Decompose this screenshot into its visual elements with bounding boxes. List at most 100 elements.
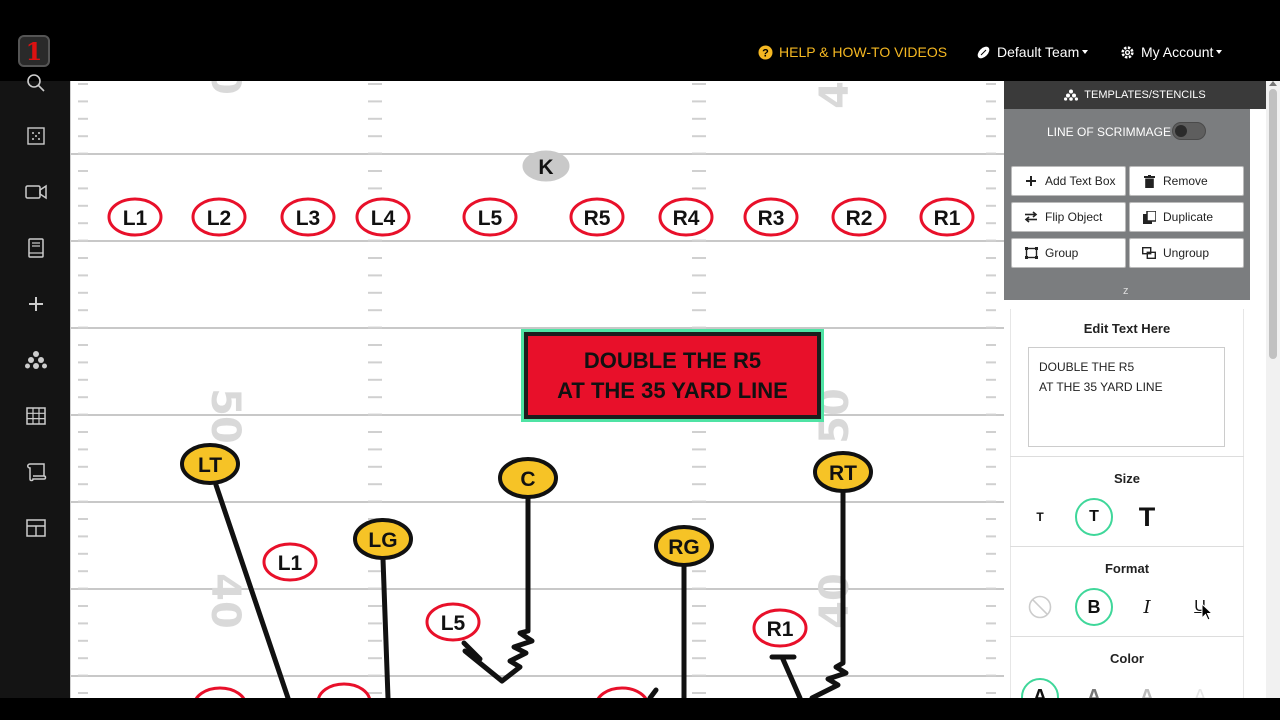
chevron-down-icon	[1082, 50, 1089, 54]
page-scrollbar[interactable]	[1266, 81, 1280, 698]
divider	[1010, 546, 1244, 547]
group-label: Group	[1045, 246, 1079, 260]
text-box-callout[interactable]: DOUBLE THE R5 AT THE 35 YARD LINE	[524, 332, 821, 419]
properties-panel: TEMPLATES/STENCILS LINE OF SCRIMMAGE Add…	[1004, 81, 1266, 698]
partial-player-3[interactable]	[596, 686, 648, 698]
lineman-c-label: C	[520, 468, 535, 491]
route-lg[interactable]	[380, 556, 391, 698]
rusher-r1[interactable]: R1	[752, 608, 808, 648]
kick-player-r5[interactable]: R5	[569, 197, 625, 237]
partial-player-2[interactable]	[317, 682, 371, 698]
color-light-gray-glyph: A	[1139, 685, 1155, 699]
lineman-rg[interactable]: RG	[654, 525, 714, 567]
football-icon	[976, 45, 991, 60]
player-k[interactable]: K	[522, 150, 570, 182]
kick-player-r1[interactable]: R1	[919, 197, 975, 237]
kick-player-l3-label: L3	[296, 207, 321, 230]
format-none-button[interactable]	[1021, 588, 1059, 626]
color-gray-glyph: A	[1086, 685, 1102, 699]
italic-glyph: I	[1143, 596, 1151, 618]
color-gray-button[interactable]: A	[1075, 678, 1113, 699]
templates-icon[interactable]	[24, 348, 48, 372]
color-light-gray-button[interactable]: A	[1128, 678, 1166, 699]
callout-line-2: AT THE 35 YARD LINE	[557, 377, 788, 403]
scroll-icon[interactable]	[24, 460, 48, 484]
table-icon[interactable]	[24, 404, 48, 428]
templates-stencils-tab[interactable]: TEMPLATES/STENCILS	[1004, 81, 1266, 109]
search-icon[interactable]	[24, 71, 48, 95]
lineman-lg[interactable]: LG	[353, 518, 413, 560]
lineman-c[interactable]: C	[498, 457, 558, 499]
lineman-lt[interactable]: LT	[180, 443, 240, 485]
partial-player-1[interactable]	[194, 686, 246, 698]
kick-player-r2[interactable]: R2	[831, 197, 887, 237]
yard-number-left: 50	[202, 388, 248, 444]
help-videos-link[interactable]: ? HELP & HOW-TO VIDEOS	[758, 42, 947, 62]
duplicate-button[interactable]: Duplicate	[1129, 202, 1244, 232]
kick-player-r3[interactable]: R3	[743, 197, 799, 237]
rusher-l1[interactable]: L1	[262, 542, 318, 582]
question-circle-icon: ?	[758, 45, 773, 60]
lineman-rt-label: RT	[829, 462, 857, 485]
yard-number-left: 40	[202, 573, 248, 629]
kick-player-l1[interactable]: L1	[107, 197, 163, 237]
kick-player-l4-label: L4	[371, 207, 396, 230]
team-label: Default Team	[997, 44, 1080, 60]
format-underline-button[interactable]: U	[1181, 588, 1219, 626]
gear-icon	[1120, 45, 1135, 60]
line-of-scrimmage-toggle[interactable]	[1172, 122, 1206, 140]
format-italic-button[interactable]: I	[1128, 588, 1166, 626]
kick-player-l2[interactable]: L2	[191, 197, 247, 237]
group-button[interactable]: Group	[1011, 238, 1126, 268]
rusher-l1-label: L1	[278, 552, 303, 575]
add-text-box-button[interactable]: Add Text Box	[1011, 166, 1126, 196]
format-bold-button[interactable]: B	[1075, 588, 1113, 626]
account-dropdown[interactable]: My Account	[1120, 42, 1223, 62]
kick-player-l3[interactable]: L3	[280, 197, 336, 237]
app-logo[interactable]: 1	[18, 35, 50, 67]
size-large-glyph: T	[1138, 501, 1156, 532]
kick-player-r4[interactable]: R4	[658, 197, 714, 237]
kick-player-r5-label: R5	[584, 207, 611, 230]
book-icon[interactable]	[24, 236, 48, 260]
size-large-button[interactable]: T	[1128, 498, 1166, 536]
plus-icon[interactable]	[24, 292, 48, 316]
lineman-lg-label: LG	[368, 529, 397, 552]
size-small-button[interactable]: T	[1021, 498, 1059, 536]
account-label: My Account	[1141, 44, 1214, 60]
ungroup-button[interactable]: Ungroup	[1129, 238, 1244, 268]
plus-icon	[1024, 174, 1038, 188]
player-k-label: K	[538, 156, 553, 179]
kick-player-l4[interactable]: L4	[355, 197, 411, 237]
kick-player-l5[interactable]: L5	[462, 197, 518, 237]
trash-icon	[1142, 174, 1156, 188]
video-icon[interactable]	[24, 180, 48, 204]
route-r1-block[interactable]	[779, 654, 803, 698]
lineman-rt[interactable]: RT	[813, 451, 873, 493]
grid-dots-icon[interactable]	[24, 124, 48, 148]
color-white-glyph: A	[1193, 685, 1207, 699]
kick-player-r3-label: R3	[758, 207, 785, 230]
kick-player-r1-label: R1	[934, 207, 961, 230]
duplicate-label: Duplicate	[1163, 210, 1214, 224]
edit-text-input[interactable]	[1028, 347, 1225, 447]
kick-player-l5-label: L5	[478, 207, 503, 230]
scrollbar-thumb[interactable]	[1269, 89, 1277, 359]
rusher-l5[interactable]: L5	[425, 602, 481, 642]
color-white-button[interactable]: A	[1181, 678, 1219, 699]
yard-number-left: 0	[202, 81, 248, 95]
rusher-l5-label: L5	[441, 612, 466, 635]
divider	[1010, 456, 1244, 457]
size-medium-button[interactable]: T	[1075, 498, 1113, 536]
remove-button[interactable]: Remove	[1129, 166, 1244, 196]
layout-icon[interactable]	[24, 516, 48, 540]
color-black-glyph: A	[1032, 685, 1048, 699]
play-canvas[interactable]: 0 50 40 40 50 40 K L1 L2 L3 L4 L5 R5 R4 R3 R2 R1 LT LG C RG…	[70, 81, 1004, 698]
scroll-up-arrow-icon[interactable]	[1269, 81, 1277, 86]
color-black-button[interactable]: A	[1021, 678, 1059, 698]
flip-object-label: Flip Object	[1045, 210, 1103, 224]
z-order-label: z	[1123, 285, 1129, 297]
flip-object-button[interactable]: Flip Object	[1011, 202, 1126, 232]
lineman-lt-label: LT	[198, 454, 222, 477]
team-dropdown[interactable]: Default Team	[976, 42, 1089, 62]
